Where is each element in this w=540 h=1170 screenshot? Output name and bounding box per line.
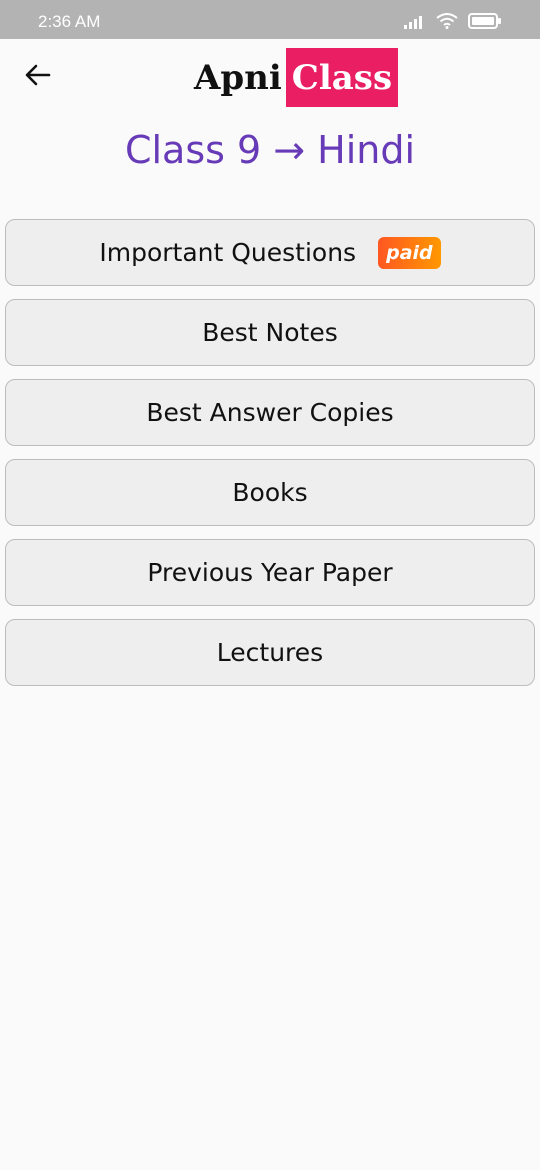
- logo-text-class: Class: [285, 48, 399, 107]
- menu-item-label: Best Notes: [202, 318, 338, 347]
- status-icons: [404, 13, 502, 33]
- best-answer-copies-button[interactable]: Best Answer Copies: [5, 379, 535, 446]
- app-logo: Apni Class: [194, 48, 399, 107]
- previous-year-paper-button[interactable]: Previous Year Paper: [5, 539, 535, 606]
- paid-badge: paid: [378, 236, 441, 269]
- signal-icon: [404, 14, 426, 33]
- back-button[interactable]: [22, 61, 54, 93]
- menu-item-label: Books: [232, 478, 308, 507]
- best-notes-button[interactable]: Best Notes: [5, 299, 535, 366]
- logo-text-apni: Apni: [194, 57, 282, 98]
- menu-item-label: Previous Year Paper: [147, 558, 393, 587]
- status-time: 2:36 AM: [38, 12, 101, 31]
- battery-icon: [468, 13, 502, 33]
- wifi-icon: [436, 13, 458, 33]
- menu-item-label: Best Answer Copies: [146, 398, 394, 427]
- page-title: Class 9 → Hindi: [124, 128, 416, 172]
- menu-list: Important Questions paid Best Notes Best…: [5, 219, 535, 699]
- lectures-button[interactable]: Lectures: [5, 619, 535, 686]
- app-header: Apni Class: [0, 39, 540, 119]
- status-bar: 2:36 AM: [0, 0, 540, 39]
- important-questions-button[interactable]: Important Questions paid: [5, 219, 535, 286]
- menu-item-label: Important Questions: [99, 238, 357, 267]
- books-button[interactable]: Books: [5, 459, 535, 526]
- menu-item-label: Lectures: [216, 638, 324, 667]
- arrow-left-icon: [25, 64, 51, 90]
